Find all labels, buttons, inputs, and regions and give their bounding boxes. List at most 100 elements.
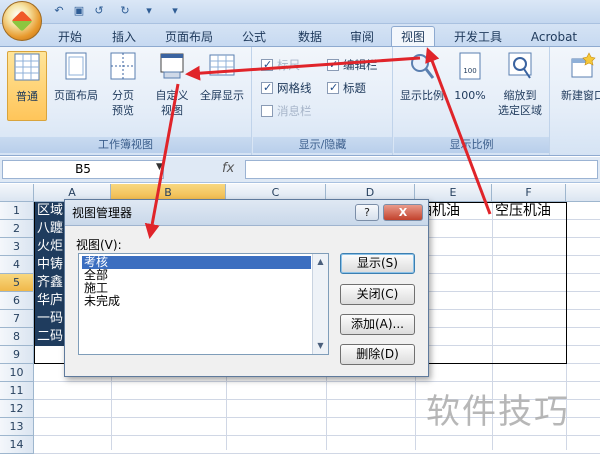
custom-views-label-2: 视图 <box>161 104 183 117</box>
zoom-to-selection-label-1: 缩放到 <box>503 89 537 102</box>
list-item-incomplete[interactable]: 未完成 <box>82 295 311 308</box>
tab-formulas[interactable]: 公式 <box>232 28 276 47</box>
ruler-check-icon <box>261 57 273 73</box>
gridline <box>34 435 600 436</box>
full-screen-label: 全屏显示 <box>200 89 244 102</box>
page-break-preview-label-2: 预览 <box>112 104 134 117</box>
column-header-g-partial[interactable] <box>566 184 600 202</box>
name-box[interactable]: B5 <box>2 160 164 179</box>
watermark-text: 软件技巧 <box>426 392 570 432</box>
ruler-label: 标尺 <box>277 58 300 72</box>
undo-arrow-icon[interactable]: ↺ <box>92 4 106 18</box>
row-header-8[interactable]: 8 <box>0 328 34 346</box>
page-break-preview-label-1: 分页 <box>112 89 134 102</box>
message-bar-checkbox[interactable]: 消息栏 <box>261 103 312 119</box>
tab-insert[interactable]: 插入 <box>102 28 146 47</box>
column-header-f[interactable]: F <box>492 184 566 202</box>
cell-f1[interactable]: 空压机油 <box>493 202 566 220</box>
dropdown-icon[interactable]: ▾ <box>142 4 156 18</box>
dialog-help-button[interactable]: ? <box>355 204 379 221</box>
page-layout-view-label: 页面布局 <box>54 89 98 102</box>
zoom-100-button[interactable]: 100 100% <box>450 51 490 121</box>
tab-home[interactable]: 开始 <box>48 28 92 47</box>
list-item-all[interactable]: 全部 <box>82 269 311 282</box>
ribbon-tabs: 开始 插入 页面布局 公式 数据 审阅 视图 开发工具 Acrobat <box>0 24 600 48</box>
page-break-preview-icon <box>110 52 136 80</box>
new-window-label: 新建窗口 <box>561 89 600 102</box>
insert-function-icon[interactable]: fx <box>222 161 234 176</box>
undo-icon[interactable]: ↶ <box>52 4 66 18</box>
headings-label: 标题 <box>343 81 366 95</box>
headings-check-icon <box>327 80 339 96</box>
group-window: 新建窗口 <box>551 47 600 155</box>
formula-input[interactable] <box>245 160 598 179</box>
group-zoom: 显示比例 100 100% 缩放到 选定区域 显示比例 <box>394 47 550 155</box>
page-break-preview-button[interactable]: 分页 预览 <box>104 51 142 121</box>
group-show-hide: 标尺 网格线 消息栏 编辑栏 标题 显示/隐藏 <box>253 47 393 155</box>
zoom-to-selection-button[interactable]: 缩放到 选定区域 <box>492 51 548 121</box>
close-dialog-button[interactable]: 关闭(C) <box>340 284 415 305</box>
normal-view-icon <box>14 53 40 81</box>
custom-views-label-1: 自定义 <box>155 89 189 102</box>
row-header-1[interactable]: 1 <box>0 202 34 220</box>
view-manager-dialog: 视图管理器 ? X 视图(V): 考核 全部 施工 未完成 ▲ ▼ 显示(S) … <box>64 199 429 377</box>
row-header-5[interactable]: 5 <box>0 274 34 292</box>
row-header-9[interactable]: 9 <box>0 346 34 364</box>
row-header-12[interactable]: 12 <box>0 400 34 418</box>
page-layout-view-icon <box>65 52 87 80</box>
row-header-10[interactable]: 10 <box>0 364 34 382</box>
row-header-6[interactable]: 6 <box>0 292 34 310</box>
row-header-11[interactable]: 11 <box>0 382 34 400</box>
full-screen-icon <box>209 54 235 76</box>
group-label-show-hide: 显示/隐藏 <box>253 137 392 153</box>
ribbon: 普通 页面布局 分页 预览 自定义 视图 全屏显示 工作簿视图 标尺 网格线 消… <box>0 46 600 156</box>
title-bar: ↶ ▣ ↺ ↻ ▾ ▾ <box>0 0 600 24</box>
row-header-4[interactable]: 4 <box>0 256 34 274</box>
page-layout-view-button[interactable]: 页面布局 <box>50 51 102 121</box>
tab-view[interactable]: 视图 <box>391 26 435 48</box>
svg-text:100: 100 <box>463 67 476 75</box>
customize-toolbar-icon[interactable]: ▾ <box>168 4 182 18</box>
dialog-close-button[interactable]: X <box>383 204 423 221</box>
normal-view-button[interactable]: 普通 <box>7 51 47 121</box>
scroll-down-icon[interactable]: ▼ <box>313 338 328 353</box>
views-list-label: 视图(V): <box>76 238 122 252</box>
gridline <box>34 381 600 382</box>
delete-view-button[interactable]: 删除(D) <box>340 344 415 365</box>
gridlines-check-icon <box>261 80 273 96</box>
views-list[interactable]: 考核 全部 施工 未完成 ▲ ▼ <box>78 253 329 355</box>
zoom-to-selection-label-2: 选定区域 <box>498 104 542 117</box>
full-screen-button[interactable]: 全屏显示 <box>195 51 249 121</box>
row-header-7[interactable]: 7 <box>0 310 34 328</box>
row-header-13[interactable]: 13 <box>0 418 34 436</box>
office-logo-icon <box>11 10 33 32</box>
select-all-corner[interactable] <box>0 184 34 202</box>
row-header-3[interactable]: 3 <box>0 238 34 256</box>
tab-developer[interactable]: 开发工具 <box>446 28 510 47</box>
tab-acrobat[interactable]: Acrobat <box>522 28 586 47</box>
ruler-checkbox[interactable]: 标尺 <box>261 57 300 73</box>
custom-views-button[interactable]: 自定义 视图 <box>150 51 194 121</box>
show-view-button[interactable]: 显示(S) <box>340 253 415 274</box>
save-icon[interactable]: ▣ <box>72 4 86 18</box>
zoom-100-label: 100% <box>454 89 486 102</box>
tab-data[interactable]: 数据 <box>288 28 332 47</box>
name-box-dropdown-icon[interactable]: ▼ <box>156 162 163 172</box>
tab-page-layout[interactable]: 页面布局 <box>157 28 221 47</box>
headings-checkbox[interactable]: 标题 <box>327 80 366 96</box>
add-view-button[interactable]: 添加(A)... <box>340 314 415 335</box>
row-header-14[interactable]: 14 <box>0 436 34 454</box>
formula-bar-check-icon <box>327 57 339 73</box>
scroll-up-icon[interactable]: ▲ <box>313 254 328 269</box>
list-scrollbar[interactable]: ▲ ▼ <box>312 254 328 354</box>
row-header-2[interactable]: 2 <box>0 220 34 238</box>
office-button[interactable] <box>2 1 42 41</box>
new-window-button[interactable]: 新建窗口 <box>553 51 600 121</box>
list-item-assessment[interactable]: 考核 <box>82 256 311 269</box>
redo-arrow-icon[interactable]: ↻ <box>118 4 132 18</box>
zoom-button[interactable]: 显示比例 <box>397 51 447 121</box>
tab-review[interactable]: 审阅 <box>340 28 384 47</box>
gridlines-checkbox[interactable]: 网格线 <box>261 80 312 96</box>
formula-bar-checkbox[interactable]: 编辑栏 <box>327 57 378 73</box>
formula-bar-label: 编辑栏 <box>343 58 378 72</box>
